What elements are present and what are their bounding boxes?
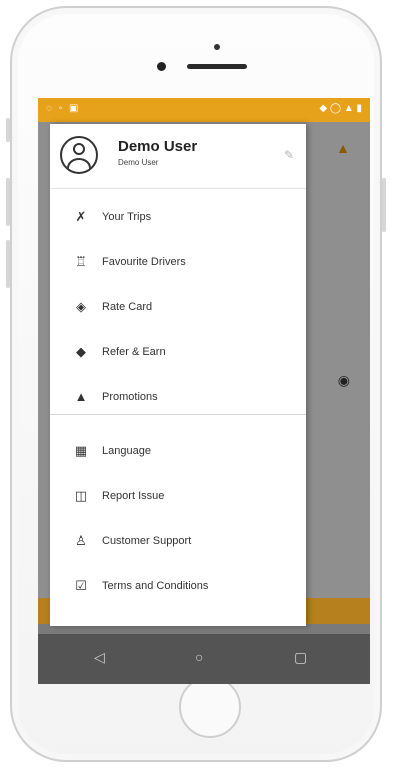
menu-item-terms-conditions[interactable]: ☑ Terms and Conditions <box>50 563 306 608</box>
android-nav-bar: ◁ ○ ▢ <box>38 634 370 684</box>
driver-icon: ♖ <box>75 253 87 269</box>
front-camera <box>157 62 166 71</box>
edit-icon[interactable]: ✎ <box>284 148 294 162</box>
status-notification-icons: ◌ ◦ ▣ <box>46 103 81 114</box>
route-icon: ✗ <box>75 208 87 224</box>
avatar-head <box>73 143 85 155</box>
menu-item-rate-card[interactable]: ◈ Rate Card <box>50 284 306 329</box>
avatar-body <box>67 158 91 172</box>
label-icon: ◆ <box>76 343 86 359</box>
menu-item-label: Rate Card <box>102 300 153 313</box>
my-location-icon[interactable]: ◉ <box>338 372 350 389</box>
menu-item-label: Report Issue <box>102 489 165 502</box>
home-circle-icon[interactable]: ○ <box>195 649 203 665</box>
menu-primary: ✗ Your Trips ♖ Favourite Drivers ◈ Rate … <box>50 194 306 419</box>
recents-icon[interactable]: ▢ <box>294 649 307 666</box>
avatar <box>60 136 98 174</box>
document-icon: ☑ <box>75 577 87 593</box>
menu-item-refer-earn[interactable]: ◆ Refer & Earn <box>50 329 306 374</box>
profile-subtitle: Demo User <box>118 158 159 167</box>
report-icon: ◫ <box>74 487 88 503</box>
earpiece-speaker <box>187 64 247 69</box>
volume-down-button <box>6 240 10 288</box>
menu-secondary: ▦ Language ◫ Report Issue ♙ Customer Sup… <box>50 428 306 608</box>
menu-item-label: Promotions <box>102 390 158 403</box>
power-button <box>382 178 386 232</box>
menu-item-label: Your Trips <box>102 210 152 223</box>
profile-name: Demo User <box>118 138 198 155</box>
menu-item-your-trips[interactable]: ✗ Your Trips <box>50 194 306 239</box>
tag-icon: ◈ <box>76 298 86 314</box>
map-pin-icon[interactable]: ▲ <box>336 140 350 156</box>
support-agent-icon: ♙ <box>75 532 87 548</box>
menu-item-promotions[interactable]: ▲ Promotions <box>50 374 306 419</box>
menu-item-label: Refer & Earn <box>102 345 166 358</box>
app-screen: ◌ ◦ ▣ ◆ ◯ ▲ ▮ ▲ ◉ ◁ ○ ▢ Demo User Demo U… <box>38 98 370 684</box>
menu-item-label: Language <box>102 444 151 457</box>
translate-icon: ▦ <box>74 442 88 458</box>
menu-item-language[interactable]: ▦ Language <box>50 428 306 473</box>
menu-item-label: Terms and Conditions <box>102 579 209 592</box>
profile-header[interactable]: Demo User Demo User ✎ <box>50 124 306 189</box>
bell-icon: ▲ <box>74 389 88 404</box>
menu-divider <box>50 414 306 415</box>
menu-item-label: Favourite Drivers <box>102 255 186 268</box>
volume-up-button <box>6 178 10 226</box>
home-button[interactable] <box>179 676 241 738</box>
status-bar: ◌ ◦ ▣ ◆ ◯ ▲ ▮ <box>38 98 370 122</box>
back-icon[interactable]: ◁ <box>94 649 105 666</box>
navigation-drawer: Demo User Demo User ✎ ✗ Your Trips ♖ Fav… <box>50 124 306 626</box>
status-system-icons: ◆ ◯ ▲ ▮ <box>319 103 362 114</box>
menu-item-favourite-drivers[interactable]: ♖ Favourite Drivers <box>50 239 306 284</box>
menu-item-report-issue[interactable]: ◫ Report Issue <box>50 473 306 518</box>
menu-item-customer-support[interactable]: ♙ Customer Support <box>50 518 306 563</box>
menu-item-label: Customer Support <box>102 534 192 547</box>
mute-switch <box>6 118 10 142</box>
proximity-sensor <box>214 44 220 50</box>
